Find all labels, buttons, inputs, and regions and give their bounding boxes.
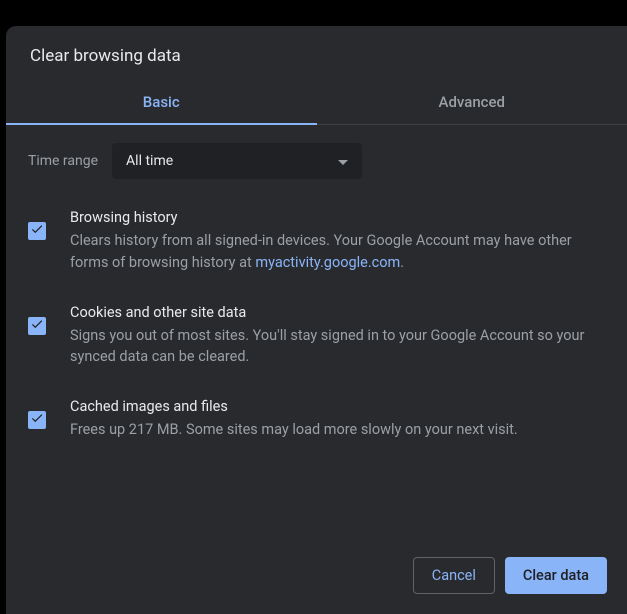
option-title: Browsing history	[70, 209, 605, 226]
time-range-row: Time range All time	[28, 143, 605, 179]
option-browsing-history: Browsing history Clears history from all…	[28, 209, 605, 274]
tab-basic-label: Basic	[143, 93, 180, 111]
time-range-select[interactable]: All time	[112, 143, 362, 179]
option-cookies: Cookies and other site data Signs you ou…	[28, 304, 605, 369]
option-cache: Cached images and files Frees up 217 MB.…	[28, 398, 605, 441]
checkbox-cache[interactable]	[28, 411, 46, 429]
checkmark-icon	[30, 222, 44, 240]
checkbox-cookies[interactable]	[28, 317, 46, 335]
option-desc: Clears history from all signed-in device…	[70, 230, 605, 274]
checkbox-browsing-history[interactable]	[28, 222, 46, 240]
option-title: Cookies and other site data	[70, 304, 605, 321]
checkmark-icon	[30, 411, 44, 429]
tabs: Basic Advanced	[6, 80, 627, 125]
dialog-footer: Cancel Clear data	[6, 539, 627, 614]
clear-browsing-data-dialog: Clear browsing data Basic Advanced Time …	[6, 26, 627, 614]
tab-advanced-label: Advanced	[439, 93, 505, 111]
clear-data-button[interactable]: Clear data	[505, 557, 607, 594]
dialog-content: Time range All time Browsing history Cle…	[6, 125, 627, 539]
option-text: Browsing history Clears history from all…	[70, 209, 605, 274]
option-desc: Signs you out of most sites. You'll stay…	[70, 325, 605, 369]
dialog-title: Clear browsing data	[6, 26, 627, 80]
time-range-value: All time	[126, 153, 173, 169]
option-desc: Frees up 217 MB. Some sites may load mor…	[70, 419, 605, 441]
option-title: Cached images and files	[70, 398, 605, 415]
checkmark-icon	[30, 317, 44, 335]
desc-suffix: .	[400, 254, 404, 271]
dropdown-arrow-icon	[338, 153, 348, 169]
myactivity-link[interactable]: myactivity.google.com	[255, 254, 400, 271]
cancel-button-label: Cancel	[432, 567, 476, 584]
clear-data-button-label: Clear data	[523, 567, 589, 584]
tab-advanced[interactable]: Advanced	[317, 80, 627, 124]
option-text: Cookies and other site data Signs you ou…	[70, 304, 605, 369]
option-text: Cached images and files Frees up 217 MB.…	[70, 398, 605, 441]
cancel-button[interactable]: Cancel	[413, 557, 495, 594]
tab-basic[interactable]: Basic	[6, 80, 317, 124]
time-range-label: Time range	[28, 153, 98, 169]
